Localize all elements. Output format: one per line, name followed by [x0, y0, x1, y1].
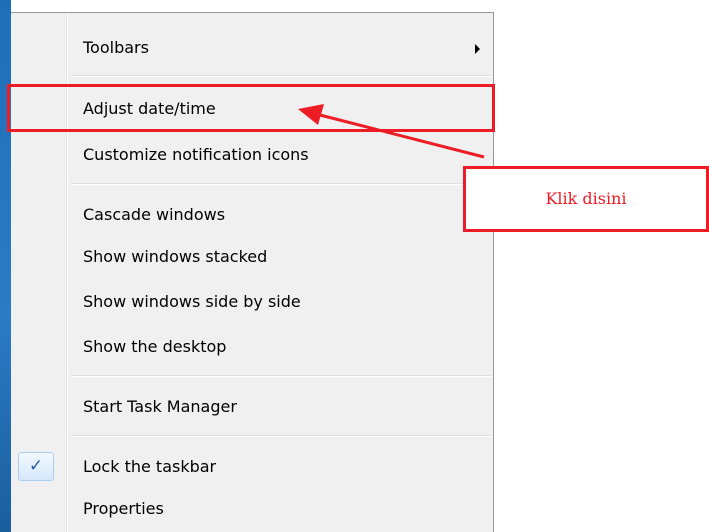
- annotation-callout: Klik disini: [463, 166, 709, 232]
- annotation-arrow-icon: [298, 104, 485, 159]
